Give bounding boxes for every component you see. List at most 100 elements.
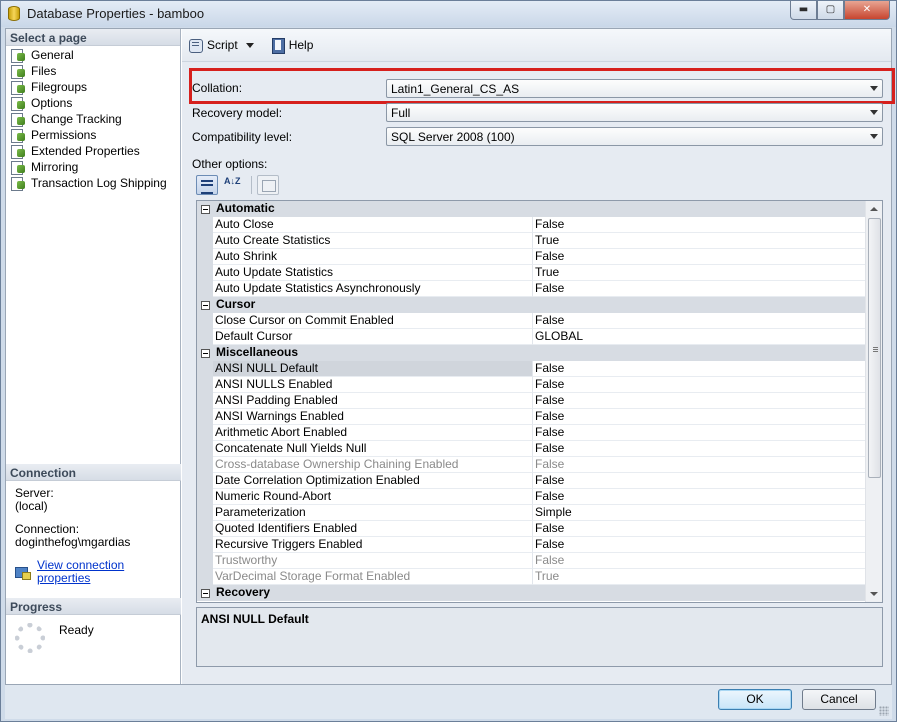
server-value: (local) <box>15 499 48 513</box>
categorized-view-icon[interactable] <box>196 175 218 195</box>
property-row[interactable]: Recursive Triggers Enabled False <box>197 537 882 553</box>
database-icon <box>8 6 20 21</box>
progress-status: Ready <box>59 623 94 637</box>
collation-select[interactable]: Latin1_General_CS_AS <box>386 79 883 98</box>
property-row[interactable]: Default Cursor GLOBAL <box>197 329 882 345</box>
property-value[interactable]: False <box>533 217 882 233</box>
property-row[interactable]: Trustworthy False <box>197 553 882 569</box>
property-value[interactable]: False <box>533 393 882 409</box>
property-row[interactable]: Cross-database Ownership Chaining Enable… <box>197 457 882 473</box>
property-row[interactable]: ANSI Warnings Enabled False <box>197 409 882 425</box>
scrollbar-thumb[interactable] <box>868 218 881 478</box>
resize-grip-icon[interactable] <box>879 706 889 716</box>
collapse-icon[interactable] <box>197 201 213 217</box>
category-row[interactable]: Recovery <box>197 585 882 601</box>
window-title: Database Properties - bamboo <box>27 6 205 21</box>
view-connection-properties-text[interactable]: View connection properties <box>37 559 172 585</box>
property-row[interactable]: ANSI NULL Default False <box>197 361 882 377</box>
property-pages-icon[interactable] <box>257 175 279 195</box>
property-row[interactable]: Auto Shrink False <box>197 249 882 265</box>
property-name: Auto Update Statistics Asynchronously <box>213 281 533 297</box>
property-value[interactable]: False <box>533 361 882 377</box>
property-value[interactable]: False <box>533 281 882 297</box>
property-value[interactable]: False <box>533 489 882 505</box>
close-button[interactable]: ✕ <box>844 1 890 20</box>
property-row[interactable]: Auto Close False <box>197 217 882 233</box>
property-value[interactable]: False <box>533 377 882 393</box>
property-value[interactable]: True <box>533 265 882 281</box>
category-row[interactable]: Automatic <box>197 201 882 217</box>
property-name: ANSI NULL Default <box>213 361 533 377</box>
property-row[interactable]: ANSI Padding Enabled False <box>197 393 882 409</box>
property-row[interactable]: Concatenate Null Yields Null False <box>197 441 882 457</box>
property-row[interactable]: VarDecimal Storage Format Enabled True <box>197 569 882 585</box>
cancel-button[interactable]: Cancel <box>802 689 876 710</box>
page-item-files[interactable]: Files <box>10 63 180 79</box>
property-row[interactable]: Parameterization Simple <box>197 505 882 521</box>
compatibility-level-row: Compatibility level: <box>192 130 384 144</box>
property-value[interactable]: Simple <box>533 505 882 521</box>
select-page-header: Select a page <box>6 29 180 46</box>
page-item-transaction-log-shipping[interactable]: Transaction Log Shipping <box>10 175 180 191</box>
property-value[interactable]: False <box>533 425 882 441</box>
toolbar-divider <box>251 176 252 194</box>
property-name: Quoted Identifiers Enabled <box>213 521 533 537</box>
help-book-icon <box>270 37 286 54</box>
property-row[interactable]: Auto Create Statistics True <box>197 233 882 249</box>
collapse-icon[interactable] <box>197 345 213 361</box>
page-item-extended-properties[interactable]: Extended Properties <box>10 143 180 159</box>
property-grid-scrollbar[interactable] <box>865 201 882 602</box>
recovery-model-select[interactable]: Full <box>386 103 883 122</box>
category-name: Cursor <box>216 297 256 311</box>
maximize-button[interactable]: ▢ <box>817 1 844 20</box>
property-value[interactable]: False <box>533 537 882 553</box>
property-value[interactable]: False <box>533 441 882 457</box>
compatibility-level-select[interactable]: SQL Server 2008 (100) <box>386 127 883 146</box>
page-item-label: Files <box>31 64 57 78</box>
title-bar[interactable]: Database Properties - bamboo ▬ ▢ ✕ <box>1 1 896 27</box>
toolbar: Script Help <box>182 29 891 62</box>
collapse-icon[interactable] <box>197 297 213 313</box>
property-row[interactable]: Auto Update Statistics True <box>197 265 882 281</box>
property-name: Auto Shrink <box>213 249 533 265</box>
collapse-icon[interactable] <box>197 585 213 601</box>
property-row[interactable]: Arithmetic Abort Enabled False <box>197 425 882 441</box>
script-button[interactable]: Script <box>188 37 258 53</box>
ok-button[interactable]: OK <box>718 689 792 710</box>
progress-header: Progress <box>6 598 181 615</box>
property-value: False <box>533 553 882 569</box>
property-row[interactable]: Numeric Round-Abort False <box>197 489 882 505</box>
property-value[interactable]: False <box>533 249 882 265</box>
page-icon <box>10 64 26 79</box>
property-row[interactable]: Quoted Identifiers Enabled False <box>197 521 882 537</box>
property-row[interactable]: Date Correlation Optimization Enabled Fal… <box>197 473 882 489</box>
alphabetical-sort-icon[interactable]: A↓Z <box>221 175 243 195</box>
property-name: Arithmetic Abort Enabled <box>213 425 533 441</box>
page-item-change-tracking[interactable]: Change Tracking <box>10 111 180 127</box>
property-value[interactable]: GLOBAL <box>533 329 882 345</box>
scroll-down-icon[interactable] <box>870 592 878 596</box>
window-controls: ▬ ▢ ✕ <box>790 1 890 20</box>
page-item-general[interactable]: General <box>10 47 180 63</box>
property-value[interactable]: False <box>533 473 882 489</box>
category-row[interactable]: Miscellaneous <box>197 345 882 361</box>
page-item-filegroups[interactable]: Filegroups <box>10 79 180 95</box>
view-connection-properties-link[interactable]: View connection properties <box>15 559 172 585</box>
property-value[interactable]: False <box>533 521 882 537</box>
page-item-permissions[interactable]: Permissions <box>10 127 180 143</box>
help-button[interactable]: Help <box>270 37 313 54</box>
property-value[interactable]: True <box>533 233 882 249</box>
property-value[interactable]: False <box>533 313 882 329</box>
property-value[interactable]: False <box>533 409 882 425</box>
script-dropdown-arrow-icon[interactable] <box>245 42 254 48</box>
category-row[interactable]: Cursor <box>197 297 882 313</box>
page-item-options[interactable]: Options <box>10 95 180 111</box>
property-grid-toolbar: A↓Z <box>196 175 282 195</box>
property-row[interactable]: Auto Update Statistics Asynchronously Fal… <box>197 281 882 297</box>
page-item-mirroring[interactable]: Mirroring <box>10 159 180 175</box>
minimize-button[interactable]: ▬ <box>790 1 817 20</box>
property-row[interactable]: ANSI NULLS Enabled False <box>197 377 882 393</box>
scroll-up-icon[interactable] <box>870 207 878 211</box>
property-name: Default Cursor <box>213 329 533 345</box>
property-row[interactable]: Close Cursor on Commit Enabled False <box>197 313 882 329</box>
